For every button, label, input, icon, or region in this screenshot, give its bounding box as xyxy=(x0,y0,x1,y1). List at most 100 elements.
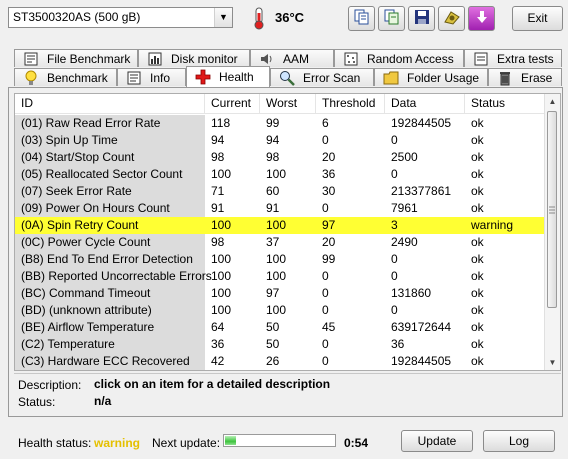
benchmark-icon xyxy=(23,70,39,86)
next-update-label: Next update: xyxy=(152,436,221,450)
column-header-current[interactable]: Current xyxy=(205,94,260,113)
tab-label: Folder Usage xyxy=(407,70,480,85)
table-cell: (04) Start/Stop Count xyxy=(15,149,205,166)
table-cell: warning xyxy=(471,218,514,232)
table-cell: ok xyxy=(471,167,484,181)
table-cell: (05) Reallocated Sector Count xyxy=(15,166,205,183)
copy-all-button[interactable] xyxy=(378,6,405,31)
table-row[interactable]: (BB) Reported Uncorrectable Errors 100 100… xyxy=(15,268,547,285)
tab-extra-tests[interactable]: Extra tests xyxy=(464,49,562,67)
table-cell: 97 xyxy=(322,218,336,232)
tab-random-access[interactable]: Random Access xyxy=(334,49,464,67)
table-cell: 0 xyxy=(322,133,329,147)
table-row[interactable]: (01) Raw Read Error Rate 118 99 6 192844505 o… xyxy=(15,115,547,132)
table-cell: (B8) End To End Error Detection xyxy=(15,251,205,268)
thermometer-icon xyxy=(248,6,270,30)
table-header: ID Current Worst Threshold Data Status xyxy=(15,94,547,114)
save-button[interactable] xyxy=(408,6,435,31)
table-cell: (C2) Temperature xyxy=(15,336,205,353)
table-cell: ok xyxy=(471,150,484,164)
table-row[interactable]: (BD) (unknown attribute) 100 100 0 0 ok xyxy=(15,302,547,319)
vertical-scrollbar[interactable]: ▲ ▼ xyxy=(544,94,560,370)
download-arrow-icon xyxy=(474,9,490,28)
table-row[interactable]: (05) Reallocated Sector Count 100 100 36 0 ok xyxy=(15,166,547,183)
table-cell: 118 xyxy=(211,116,231,130)
tab-error-scan[interactable]: Error Scan xyxy=(270,68,374,86)
tab-label: Disk monitor xyxy=(171,51,238,66)
table-row[interactable]: (03) Spin Up Time 94 94 0 0 ok xyxy=(15,132,547,149)
tab-label: Benchmark xyxy=(47,70,108,85)
table-cell: 100 xyxy=(266,303,287,317)
table-cell: ok xyxy=(471,286,484,300)
table-cell: 639172644 xyxy=(391,320,452,334)
tab-info[interactable]: Info xyxy=(117,68,186,86)
speaker-icon xyxy=(259,51,275,67)
table-cell: 0 xyxy=(391,252,398,266)
table-row[interactable]: (BE) Airflow Temperature 64 50 45 639172644 o… xyxy=(15,319,547,336)
tab-label: Extra tests xyxy=(497,51,554,66)
column-header-status[interactable]: Status xyxy=(465,94,547,113)
column-header-worst[interactable]: Worst xyxy=(260,94,316,113)
table-cell: ok xyxy=(471,303,484,317)
download-button[interactable] xyxy=(468,6,495,31)
table-row[interactable]: (BC) Command Timeout 100 97 0 131860 ok xyxy=(15,285,547,302)
screenshot-button[interactable] xyxy=(438,6,465,31)
table-cell: 26 xyxy=(266,354,280,368)
table-row[interactable]: (C2) Temperature 36 50 0 36 ok xyxy=(15,336,547,353)
table-cell: 0 xyxy=(322,303,329,317)
temperature-readout: 36°C xyxy=(275,10,305,25)
tab-benchmark[interactable]: Benchmark xyxy=(14,68,117,86)
copy-all-icon xyxy=(384,9,400,28)
table-cell: 50 xyxy=(266,320,280,334)
tab-disk-monitor[interactable]: Disk monitor xyxy=(138,49,250,67)
tab-label: Health xyxy=(219,70,254,84)
drive-select[interactable]: ST3500320AS (500 gB) ▼ xyxy=(8,7,233,28)
table-row[interactable]: (C3) Hardware ECC Recovered 42 26 0 19284450… xyxy=(15,353,547,370)
table-row[interactable]: (07) Seek Error Rate 71 60 30 213377861 ok xyxy=(15,183,547,200)
chevron-down-icon[interactable]: ▼ xyxy=(214,8,232,27)
scroll-down-icon[interactable]: ▼ xyxy=(545,355,560,370)
table-cell: 192844505 xyxy=(391,354,452,368)
log-button[interactable]: Log xyxy=(483,430,555,452)
smart-table[interactable]: ID Current Worst Threshold Data Status (… xyxy=(14,93,561,371)
column-header-data[interactable]: Data xyxy=(385,94,465,113)
table-cell: 192844505 xyxy=(391,116,452,130)
table-row[interactable]: (B8) End To End Error Detection 100 100 99 0… xyxy=(15,251,547,268)
table-cell: 20 xyxy=(322,150,336,164)
trash-icon xyxy=(497,70,513,86)
table-row[interactable]: (0A) Spin Retry Count 100 100 97 3 warning xyxy=(15,217,547,234)
status-value: n/a xyxy=(94,394,112,408)
table-row[interactable]: (04) Start/Stop Count 98 98 20 2500 ok xyxy=(15,149,547,166)
tab-aam[interactable]: AAM xyxy=(250,49,334,67)
tab-file-benchmark[interactable]: File Benchmark xyxy=(14,49,138,67)
tab-health[interactable]: Health xyxy=(186,66,270,87)
table-cell: ok xyxy=(471,133,484,147)
table-cell: 20 xyxy=(322,235,336,249)
table-cell: 36 xyxy=(391,337,405,351)
tab-folder-usage[interactable]: Folder Usage xyxy=(374,68,488,86)
table-cell: (01) Raw Read Error Rate xyxy=(15,115,205,132)
floppy-disk-icon xyxy=(414,9,430,28)
column-header-threshold[interactable]: Threshold xyxy=(316,94,385,113)
table-cell: 36 xyxy=(211,337,225,351)
table-row[interactable]: (0C) Power Cycle Count 98 37 20 2490 ok xyxy=(15,234,547,251)
exit-button[interactable]: Exit xyxy=(512,6,563,31)
table-cell: 98 xyxy=(266,150,280,164)
column-header-id[interactable]: ID xyxy=(15,94,205,113)
table-cell: 71 xyxy=(211,184,225,198)
copy-button[interactable] xyxy=(348,6,375,31)
disk-monitor-icon xyxy=(147,51,163,67)
update-progress-bar xyxy=(223,434,336,447)
tab-label: Random Access xyxy=(367,51,454,66)
table-cell: 98 xyxy=(211,150,225,164)
table-cell: 94 xyxy=(211,133,225,147)
table-row[interactable]: (09) Power On Hours Count 91 91 0 7961 ok xyxy=(15,200,547,217)
tab-erase[interactable]: Erase xyxy=(488,68,562,86)
update-button[interactable]: Update xyxy=(401,430,473,452)
scrollbar-thumb[interactable] xyxy=(547,111,557,308)
scroll-up-icon[interactable]: ▲ xyxy=(545,94,560,109)
countdown: 0:54 xyxy=(344,436,369,450)
table-cell: 98 xyxy=(211,235,225,249)
health-cross-icon xyxy=(195,69,211,85)
table-cell: 0 xyxy=(391,269,398,283)
